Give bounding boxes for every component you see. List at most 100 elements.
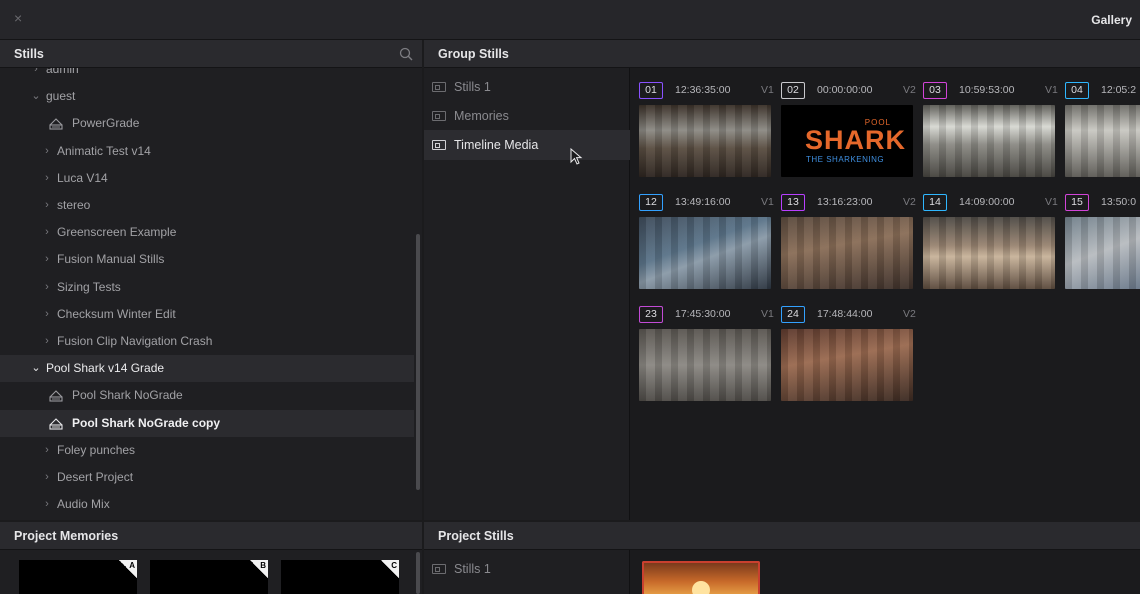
still-thumbnail[interactable] xyxy=(1065,217,1140,289)
still-thumbnail[interactable] xyxy=(639,329,771,401)
tree-item[interactable]: › Checksum Winter Edit xyxy=(0,301,414,328)
tree-item[interactable]: Pool Shark NoGrade xyxy=(0,382,414,409)
tree-item[interactable]: ⌄ Pool Shark v14 Grade xyxy=(0,355,414,383)
still-number-badge: 03 xyxy=(923,82,947,99)
memories-scroll-thumb[interactable] xyxy=(416,552,420,594)
memory-letter: C xyxy=(391,561,397,570)
still-version: V1 xyxy=(761,84,774,96)
tree-item[interactable]: › Fusion Manual Stills xyxy=(0,246,414,273)
still-timecode: 13:50:0 xyxy=(1101,196,1137,208)
still-thumbnail[interactable] xyxy=(923,217,1055,289)
stills-grid: 01 12:36:35:00 V1 02 00:00:00:00 V2 POOL SHARK T… xyxy=(631,68,1140,520)
tree-item[interactable]: › Foley punches xyxy=(0,437,414,464)
group-item-memories[interactable]: Memories xyxy=(424,101,630,131)
still-number-badge: 04 xyxy=(1065,82,1089,99)
thumbnail-image xyxy=(923,105,1055,177)
stack-album-icon xyxy=(49,390,63,402)
stills-scroll-thumb[interactable] xyxy=(416,234,420,490)
chevron-right-icon[interactable]: › xyxy=(41,437,53,464)
memory-slot-a[interactable]: A xyxy=(19,560,137,594)
chevron-right-icon[interactable]: › xyxy=(41,491,53,518)
tree-item[interactable]: › Luca V14 xyxy=(0,165,414,192)
still-number-badge: 13 xyxy=(781,194,805,211)
chevron-right-icon[interactable]: › xyxy=(41,219,53,246)
tree-item[interactable]: › Audio Mix xyxy=(0,491,414,518)
tree-item-label: Pool Shark NoGrade xyxy=(72,388,183,403)
thumbnail-image xyxy=(1065,217,1140,289)
title-bar: × Gallery xyxy=(0,0,1140,40)
tree-item[interactable]: Pool Shark NoGrade copy xyxy=(0,409,414,437)
chevron-right-icon[interactable]: › xyxy=(41,192,53,219)
group-item-label: Stills 1 xyxy=(454,562,491,576)
chevron-right-icon[interactable]: › xyxy=(41,274,53,301)
group-stills-header: Group Stills xyxy=(424,40,1140,68)
still-album-icon xyxy=(432,564,446,574)
tree-item[interactable]: › admin xyxy=(0,68,414,83)
chevron-right-icon[interactable]: › xyxy=(41,328,53,355)
still-version: V2 xyxy=(903,84,916,96)
still-meta: 23 17:45:30:00 V1 xyxy=(639,306,781,324)
tree-item-label: Checksum Winter Edit xyxy=(57,306,176,321)
group-item-label: Stills 1 xyxy=(454,80,491,94)
still-number-badge: 14 xyxy=(923,194,947,211)
thumbnail-image xyxy=(923,217,1055,289)
tree-item-label: Pool Shark v14 Grade xyxy=(46,361,165,376)
chevron-down-icon[interactable]: ⌄ xyxy=(30,83,42,110)
window-title: Gallery xyxy=(1091,13,1132,27)
still-thumbnail[interactable] xyxy=(639,217,771,289)
chevron-right-icon[interactable]: › xyxy=(41,464,53,491)
tree-item[interactable]: › Animatic Test v14 xyxy=(0,138,414,165)
still-thumbnail[interactable] xyxy=(781,329,913,401)
still-timecode: 12:05:2 xyxy=(1101,84,1137,96)
tree-item-label: Audio Mix xyxy=(57,497,110,512)
tree-item-label: Fusion Manual Stills xyxy=(57,252,165,267)
still-thumbnail[interactable] xyxy=(1065,105,1140,177)
chevron-right-icon[interactable]: › xyxy=(41,165,53,192)
still-number-badge: 23 xyxy=(639,306,663,323)
still-timecode: 10:59:53:00 xyxy=(959,84,1015,96)
thumbnail-image xyxy=(639,217,771,289)
group-item-label: Memories xyxy=(454,109,509,123)
title-card-shark: SHARK xyxy=(805,125,907,155)
project-stills-header: Project Stills xyxy=(424,522,1140,550)
chevron-right-icon[interactable]: › xyxy=(41,138,53,165)
stills-search-button[interactable] xyxy=(392,41,420,67)
still-meta: 13 13:16:23:00 V2 xyxy=(781,194,923,212)
still-meta: 15 13:50:0 xyxy=(1065,194,1140,212)
memory-slot-c[interactable]: C xyxy=(281,560,399,594)
project-stills-item-stills-1[interactable]: Stills 1 xyxy=(424,554,630,584)
still-meta: 01 12:36:35:00 V1 xyxy=(639,82,781,100)
still-timecode: 17:48:44:00 xyxy=(817,308,873,320)
project-still-thumbnail[interactable] xyxy=(642,561,760,594)
still-timecode: 17:45:30:00 xyxy=(675,308,731,320)
tree-item[interactable]: › stereo xyxy=(0,192,414,219)
tree-item-label: Luca V14 xyxy=(57,170,108,185)
still-timecode: 13:16:23:00 xyxy=(817,196,873,208)
sunset-image xyxy=(692,581,710,594)
group-item-stills-1[interactable]: Stills 1 xyxy=(424,72,630,102)
still-number-badge: 15 xyxy=(1065,194,1089,211)
tree-item[interactable]: › Fusion Clip Navigation Crash xyxy=(0,328,414,355)
still-thumbnail[interactable] xyxy=(923,105,1055,177)
still-thumbnail[interactable]: POOL SHARK THE SHARKENING xyxy=(781,105,913,177)
still-thumbnail[interactable] xyxy=(639,105,771,177)
tree-item[interactable]: › Desert Project xyxy=(0,464,414,491)
still-thumbnail[interactable] xyxy=(781,217,913,289)
tree-item[interactable]: › Greenscreen Example xyxy=(0,219,414,246)
still-version: V1 xyxy=(761,308,774,320)
tree-item-label: admin xyxy=(46,68,79,76)
chevron-right-icon[interactable]: › xyxy=(41,246,53,273)
thumbnail-image xyxy=(639,105,771,177)
tree-item[interactable]: PowerGrade xyxy=(0,110,414,137)
thumbnail-image xyxy=(639,329,771,401)
still-version: V2 xyxy=(903,308,916,320)
still-meta: 24 17:48:44:00 V2 xyxy=(781,306,923,324)
chevron-down-icon[interactable]: ⌄ xyxy=(30,355,42,382)
chevron-right-icon[interactable]: › xyxy=(41,301,53,328)
chevron-right-icon[interactable]: › xyxy=(30,68,42,83)
group-item-timeline-media[interactable]: Timeline Media xyxy=(424,130,630,160)
close-icon[interactable]: × xyxy=(14,10,22,26)
tree-item[interactable]: ⌄ guest xyxy=(0,83,414,110)
memory-slot-b[interactable]: B xyxy=(150,560,268,594)
tree-item[interactable]: › Sizing Tests xyxy=(0,274,414,301)
